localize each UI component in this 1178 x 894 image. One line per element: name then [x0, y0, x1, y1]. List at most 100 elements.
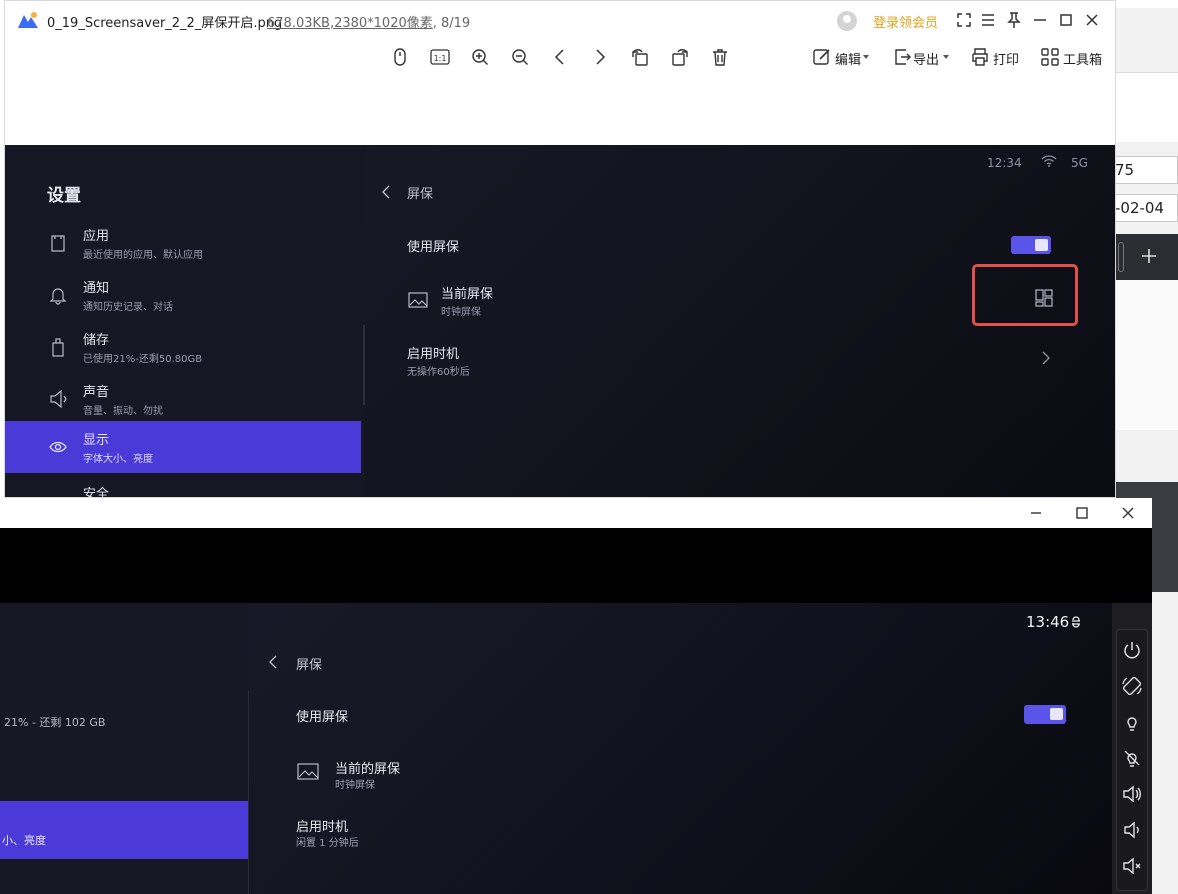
plus-icon: [1142, 249, 1156, 263]
user-avatar[interactable]: [837, 11, 857, 31]
screensaver-header: 屏保: [296, 658, 323, 673]
mouse-icon[interactable]: [389, 46, 411, 68]
wifi-icon: [1041, 155, 1057, 167]
zoom-in-icon[interactable]: [469, 46, 491, 68]
menu-item-label: 显示: [83, 433, 110, 448]
background-dark-bar: [1116, 234, 1178, 280]
chevron-right-icon: [1042, 351, 1050, 365]
export-icon[interactable]: [891, 46, 913, 68]
power-icon[interactable]: [1121, 639, 1143, 661]
rotate-icon[interactable]: [1121, 675, 1143, 697]
start-timing-value: 无操作60秒后: [407, 367, 470, 378]
minimize-icon[interactable]: [1028, 505, 1044, 521]
rotate-left-icon[interactable]: [629, 46, 651, 68]
current-screensaver-label: 当前屏保: [441, 287, 494, 302]
image-viewer-window: 0_19_Screensaver_2_2_屏保开启.png 678.03KB,2…: [4, 0, 1116, 498]
displayed-image: 12:34 5G 设置 应用 最近使用的应用、默认应用 通知 通知历史记录、对话…: [5, 145, 1115, 498]
back-arrow-icon: [382, 185, 390, 199]
close-icon[interactable]: [1081, 9, 1103, 31]
volume-up-icon[interactable]: [1121, 783, 1143, 805]
brightness-off-icon[interactable]: [1121, 747, 1143, 769]
screensaver-header: 屏保: [407, 187, 434, 202]
screensaver-toggle[interactable]: [1024, 705, 1066, 724]
sync-icon: [1072, 616, 1080, 628]
menu-item-sub: 通知历史记录、对话: [83, 302, 173, 313]
brightness-up-icon[interactable]: [1121, 711, 1143, 733]
zoom-out-icon[interactable]: [509, 46, 531, 68]
edit-button[interactable]: 编辑: [835, 49, 861, 68]
start-timing-label[interactable]: 启用时机: [296, 816, 348, 835]
emulator-titlebar: [0, 498, 1152, 528]
highlight-annotation: [972, 264, 1078, 326]
menu-icon[interactable]: [977, 9, 999, 31]
previous-icon[interactable]: [549, 46, 571, 68]
image-position: , 8/19: [432, 16, 471, 31]
eye-icon: [49, 441, 67, 453]
speaker-icon: [50, 389, 67, 409]
image-icon: [408, 292, 428, 308]
use-screensaver-label: 使用屏保: [407, 240, 460, 255]
file-info: 678.03KB,2380*1020像素, 8/19: [267, 12, 470, 31]
menu-item-label: 通知: [83, 281, 110, 296]
emulator-top-area: [0, 528, 1152, 603]
menu-item-display-active[interactable]: [0, 801, 248, 859]
current-screensaver-value: 时钟屏保: [335, 780, 375, 791]
toolbox-icon[interactable]: [1039, 46, 1061, 68]
menu-item-sub: 最近使用的应用、默认应用: [83, 250, 203, 261]
background-field: 75: [1108, 156, 1178, 184]
menu-item-storage: 储存 已使用21%-还剩50.80GB: [5, 321, 361, 373]
security-icon: [49, 491, 67, 498]
image-dimensions-link[interactable]: ,2380*1020像素: [330, 16, 433, 31]
file-name: 0_19_Screensaver_2_2_屏保开启.png: [47, 16, 283, 31]
chevron-down-icon[interactable]: [861, 52, 871, 62]
back-arrow-icon[interactable]: [268, 655, 278, 669]
emulator-screen: 13:46 屏保 21% - 还剩 102 GB 小、亮度 使用屏保 当前的屏保…: [0, 603, 1112, 894]
network-type: 5G: [1071, 156, 1088, 170]
next-icon[interactable]: [589, 46, 611, 68]
menu-item-label: 声音: [83, 385, 110, 400]
current-screensaver-label[interactable]: 当前的屏保: [335, 758, 400, 777]
vip-login-link[interactable]: 登录领会员: [873, 12, 938, 31]
toolbox-button[interactable]: 工具箱: [1063, 49, 1102, 68]
emulator-window: 13:46 屏保 21% - 还剩 102 GB 小、亮度 使用屏保 当前的屏保…: [0, 498, 1152, 894]
export-button[interactable]: 导出: [913, 49, 939, 68]
minimize-icon[interactable]: [1029, 9, 1051, 31]
menu-item-apps: 应用 最近使用的应用、默认应用: [5, 217, 361, 269]
actual-size-icon[interactable]: 1:1: [429, 46, 451, 68]
divider: [363, 325, 365, 405]
file-size-link[interactable]: 678.03KB: [267, 16, 330, 31]
status-time: 13:46: [1026, 613, 1070, 631]
menu-item-sub: 字体大小、亮度: [83, 454, 153, 465]
menu-item-sound: 声音 音量、振动、勿扰: [5, 373, 361, 425]
maximize-icon[interactable]: [1055, 9, 1077, 31]
delete-icon[interactable]: [709, 46, 731, 68]
menu-item-display: 显示 字体大小、亮度: [5, 421, 361, 473]
viewer-toolbar: 1:1 编辑 导出 打印 工具箱: [5, 41, 1115, 75]
start-timing-value: 闲置 1 分钟后: [296, 838, 359, 849]
menu-item-sub: 音量、振动、勿扰: [83, 406, 163, 417]
menu-item-label: 应用: [83, 229, 110, 244]
display-sub: 小、亮度: [2, 834, 46, 847]
mute-icon[interactable]: [1121, 855, 1143, 877]
chevron-down-icon[interactable]: [941, 52, 951, 62]
app-logo-icon: [18, 12, 38, 28]
close-icon[interactable]: [1120, 505, 1136, 521]
menu-item-label: 安全: [83, 487, 110, 498]
edit-icon[interactable]: [811, 46, 833, 68]
use-screensaver-label: 使用屏保: [296, 710, 349, 725]
volume-down-icon[interactable]: [1121, 819, 1143, 841]
settings-title: 设置: [47, 186, 81, 206]
pin-icon[interactable]: [1003, 9, 1025, 31]
menu-item-security: 安全: [5, 475, 361, 498]
storage-icon: [52, 338, 64, 357]
fullscreen-icon[interactable]: [953, 9, 975, 31]
maximize-icon[interactable]: [1074, 505, 1090, 521]
current-screensaver-value: 时钟屏保: [441, 307, 481, 318]
divider: [248, 691, 249, 894]
print-icon[interactable]: [969, 46, 991, 68]
status-time: 12:34: [987, 156, 1022, 170]
menu-item-notifications: 通知 通知历史记录、对话: [5, 269, 361, 321]
rotate-right-icon[interactable]: [669, 46, 691, 68]
print-button[interactable]: 打印: [993, 49, 1019, 68]
app-bag-icon: [51, 235, 65, 252]
